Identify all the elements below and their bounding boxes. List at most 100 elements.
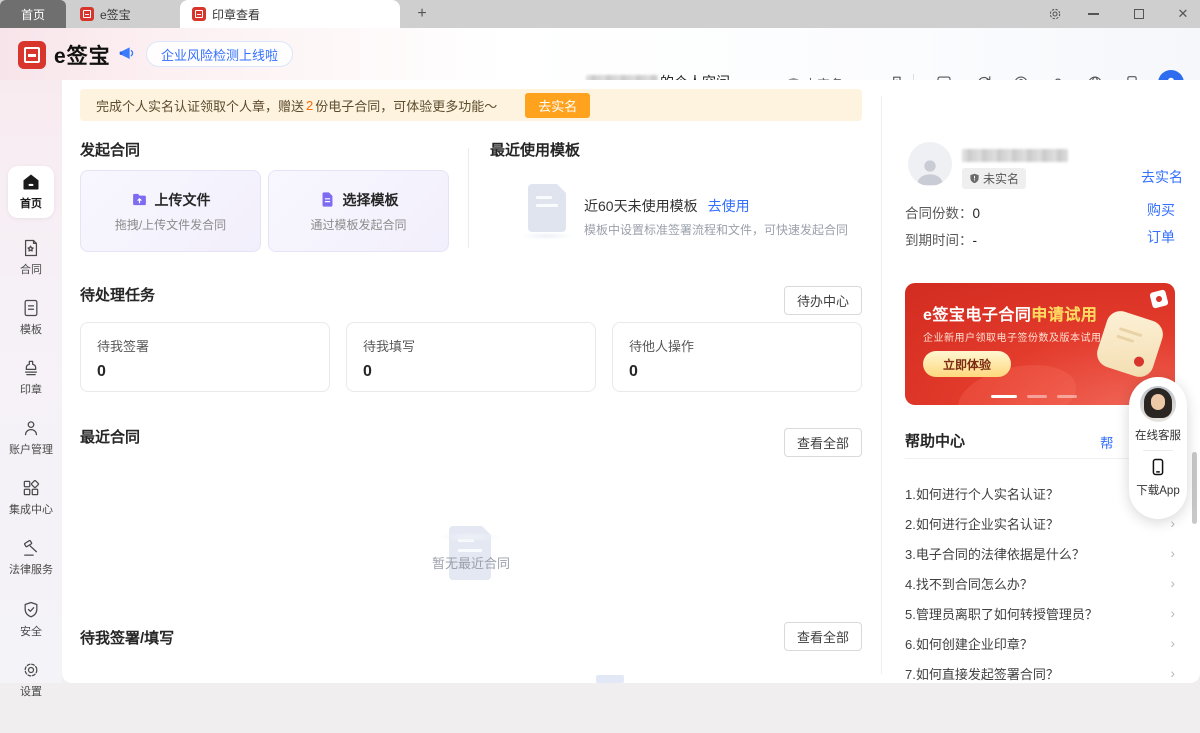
sidebar-item-seals[interactable]: 印章 — [0, 358, 62, 397]
pending-section-title: 待处理任务 — [80, 284, 155, 305]
help-item-text: 3.电子合同的法律依据是什么？ — [905, 544, 1085, 563]
help-item[interactable]: 7.如何直接发起签署合同？ › — [905, 658, 1175, 688]
orders-link[interactable]: 订单 — [1147, 227, 1175, 247]
sidebar-item-settings[interactable]: 设置 — [0, 660, 62, 699]
go-verify-button[interactable]: 去实名 — [525, 93, 590, 118]
stat-card-fill[interactable]: 待我填写 0 — [346, 322, 596, 392]
promo-doc-illustration — [1093, 307, 1166, 380]
promo-banner[interactable]: e签宝电子合同申请试用 企业新用户领取电子签份数及版本试用 立即体验 — [905, 283, 1175, 405]
sidebar-item-account[interactable]: 账户管理 — [0, 418, 62, 457]
horizontal-scrollbar[interactable] — [596, 675, 624, 683]
tab-esign[interactable]: e签宝 — [70, 0, 175, 28]
panel-scrollbar[interactable] — [1192, 452, 1197, 524]
view-all-contracts-button[interactable]: 查看全部 — [784, 428, 862, 457]
brand-name: e签宝 — [54, 40, 111, 70]
minimize-button[interactable] — [1078, 0, 1108, 28]
maximize-icon — [1134, 9, 1144, 19]
chevron-right-icon: › — [1170, 605, 1175, 621]
chevron-right-icon: › — [1170, 575, 1175, 591]
help-docs-link[interactable]: 帮 — [1100, 432, 1114, 452]
help-item[interactable]: 4.找不到合同怎么办？› — [905, 568, 1175, 598]
chevron-right-icon: › — [1170, 545, 1175, 561]
buy-link[interactable]: 购买 — [1147, 200, 1175, 220]
todo-center-button[interactable]: 待办中心 — [784, 286, 862, 315]
app-window: 首页 e签宝 印章查看 + ✕ e签宝 — [0, 0, 1200, 733]
template-empty-text: 近60天未使用模板 — [584, 196, 698, 216]
template-doc-placeholder-icon — [528, 184, 566, 232]
contract-count-value: 0 — [973, 206, 981, 221]
sidebar-item-integration[interactable]: 集成中心 — [0, 478, 62, 517]
carousel-dot-active[interactable] — [991, 395, 1017, 398]
tab-seal-label: 印章查看 — [212, 6, 260, 23]
announcement-badge[interactable]: 企业风险检测上线啦 — [146, 41, 293, 67]
online-service-button[interactable]: 在线客服 — [1135, 427, 1181, 443]
help-item[interactable]: 2.如何进行企业实名认证？› — [905, 508, 1175, 538]
sidebar-item-contracts[interactable]: 合同 — [0, 238, 62, 277]
upload-file-title: 上传文件 — [155, 190, 211, 210]
use-template-link[interactable]: 去使用 — [708, 196, 750, 216]
stat-label: 待他人操作 — [629, 336, 845, 355]
expire-label: 到期时间： — [905, 233, 973, 248]
help-item-text: 5.管理员离职了如何转授管理员？ — [905, 604, 1098, 623]
download-app-button[interactable]: 下载App — [1136, 482, 1179, 498]
customer-service-avatar[interactable] — [1140, 386, 1176, 422]
announcement[interactable]: 企业风险检测上线啦 — [118, 41, 293, 67]
profile-go-verify-link[interactable]: 去实名 — [1141, 167, 1183, 187]
notice-highlight: 2 — [306, 98, 313, 113]
contract-count-row: 合同份数：0 — [905, 202, 980, 222]
settings-gear-icon — [21, 660, 41, 680]
stat-count: 0 — [363, 363, 579, 381]
profile-verify-label: 未实名 — [983, 170, 1019, 187]
tab-home[interactable]: 首页 — [0, 0, 66, 28]
section-divider — [468, 148, 469, 248]
sidebar-label: 集成中心 — [9, 501, 53, 517]
stat-card-others[interactable]: 待他人操作 0 — [612, 322, 862, 392]
try-now-button[interactable]: 立即体验 — [923, 351, 1011, 377]
contract-doc-icon — [21, 238, 41, 258]
sidebar-item-home[interactable]: 首页 — [0, 172, 62, 211]
app-header: e签宝 企业风险检测上线啦 的个人空间 未实名 ▾ — [0, 28, 1200, 80]
upload-file-subtitle: 拖拽/上传文件发合同 — [115, 216, 226, 233]
window-settings-button[interactable] — [1040, 0, 1070, 28]
maximize-button[interactable] — [1124, 0, 1154, 28]
stat-label: 待我签署 — [97, 336, 313, 355]
promo-gift-decoration — [1149, 289, 1168, 308]
sidebar-item-security[interactable]: 安全 — [0, 600, 62, 639]
carousel-dot[interactable] — [1057, 395, 1077, 398]
chevron-right-icon: › — [1170, 515, 1175, 531]
sidebar-item-templates[interactable]: 模板 — [0, 298, 62, 337]
stat-label: 待我填写 — [363, 336, 579, 355]
redacted-profile-name — [962, 149, 1068, 162]
help-item[interactable]: 3.电子合同的法律依据是什么？ › — [905, 538, 1175, 568]
sidebar-item-legal[interactable]: 法律服务 — [0, 538, 62, 577]
expire-value: - — [973, 233, 978, 248]
template-doc-shadow — [520, 232, 574, 240]
stamp-icon — [21, 358, 41, 378]
stat-card-sign[interactable]: 待我签署 0 — [80, 322, 330, 392]
brand: e签宝 — [18, 40, 111, 70]
help-center-title: 帮助中心 — [905, 430, 965, 451]
profile-avatar[interactable] — [908, 142, 952, 186]
carousel-dot[interactable] — [1027, 395, 1047, 398]
template-doc-icon — [21, 298, 41, 318]
help-item[interactable]: 6.如何创建企业印章？› — [905, 628, 1175, 658]
phone-icon[interactable] — [1148, 457, 1168, 477]
person-icon — [913, 156, 947, 186]
account-person-icon — [21, 418, 41, 438]
choose-template-card[interactable]: 选择模板 通过模板发起合同 — [268, 170, 449, 252]
sidebar-label: 印章 — [20, 381, 42, 397]
close-button[interactable]: ✕ — [1168, 0, 1198, 28]
help-item[interactable]: 5.管理员离职了如何转授管理员？ › — [905, 598, 1175, 628]
help-item-text: 7.如何直接发起签署合同？ — [905, 664, 1059, 683]
megaphone-icon — [118, 44, 138, 64]
shield-check-icon — [21, 600, 41, 620]
chevron-right-icon: › — [1170, 665, 1175, 681]
upload-file-card[interactable]: 上传文件 拖拽/上传文件发合同 — [80, 170, 261, 252]
close-icon: ✕ — [1178, 6, 1189, 22]
template-empty-row: 近60天未使用模板 去使用 — [584, 196, 750, 216]
view-all-awaiting-button[interactable]: 查看全部 — [784, 622, 862, 651]
new-tab-button[interactable]: + — [408, 0, 436, 28]
tab-seal-view[interactable]: 印章查看 — [180, 0, 400, 28]
seal-tab-icon — [192, 7, 206, 21]
verify-notice-banner: 完成个人实名认证领取个人章，赠送 2 份电子合同，可体验更多功能～ 去实名 — [80, 89, 862, 121]
